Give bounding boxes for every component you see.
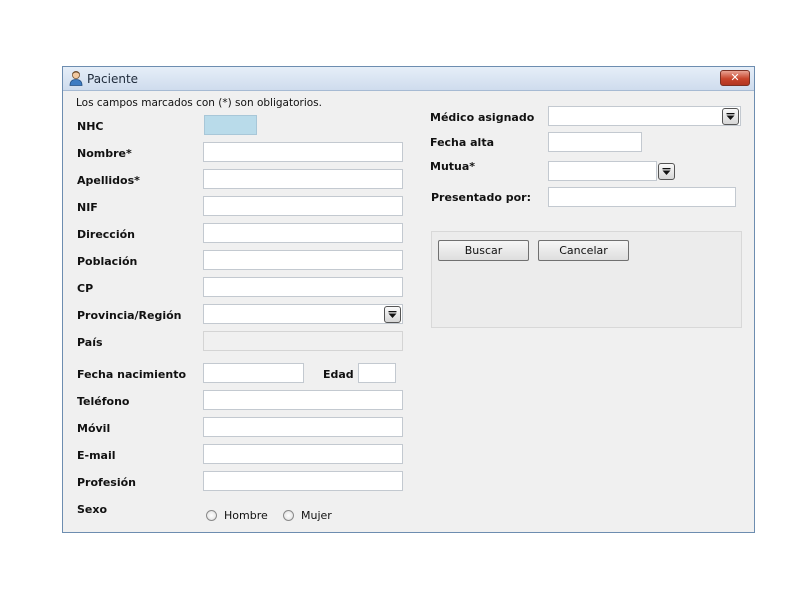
provincia-combobox[interactable] [203,304,403,324]
profesion-label: Profesión [77,476,136,489]
fecha-alta-field[interactable] [548,132,642,152]
sexo-hombre-label[interactable]: Hombre [224,509,268,522]
cp-label: CP [77,282,94,295]
presentado-por-field[interactable] [548,187,736,207]
required-fields-note: Los campos marcados con (*) son obligato… [76,97,322,109]
presentado-por-label: Presentado por: [431,191,531,204]
poblacion-label: Población [77,255,138,268]
direccion-field[interactable] [203,223,403,243]
pais-field[interactable] [203,331,403,351]
sexo-hombre-radio[interactable] [206,510,217,521]
nombre-field[interactable] [203,142,403,162]
apellidos-label: Apellidos* [77,174,140,187]
sexo-mujer-label[interactable]: Mujer [301,509,332,522]
sexo-label: Sexo [77,503,108,516]
medico-asignado-label: Médico asignado [430,111,535,124]
pais-label: País [77,336,103,349]
nif-label: NIF [77,201,98,214]
sexo-mujer-radio[interactable] [283,510,294,521]
title-bar[interactable]: Paciente ✕ [63,67,754,91]
cancelar-button[interactable]: Cancelar [538,240,629,261]
nhc-label: NHC [77,120,104,133]
buscar-button[interactable]: Buscar [438,240,529,261]
telefono-field[interactable] [203,390,403,410]
direccion-label: Dirección [77,228,135,241]
provincia-label: Provincia/Región [77,309,182,322]
poblacion-field[interactable] [203,250,403,270]
profesion-field[interactable] [203,471,403,491]
medico-asignado-combobox[interactable] [548,106,741,126]
chevron-down-icon [662,168,671,175]
telefono-label: Teléfono [77,395,130,408]
apellidos-field[interactable] [203,169,403,189]
close-button[interactable]: ✕ [720,70,750,86]
nif-field[interactable] [203,196,403,216]
email-field[interactable] [203,444,403,464]
cp-field[interactable] [203,277,403,297]
nombre-label: Nombre* [77,147,132,160]
paciente-window: Paciente ✕ Los campos marcados con (*) s… [62,66,755,533]
edad-field[interactable] [358,363,396,383]
medico-dropdown-button[interactable] [722,108,739,125]
edad-label: Edad [323,368,354,381]
fecha-nacimiento-field[interactable] [203,363,304,383]
movil-field[interactable] [203,417,403,437]
chevron-down-icon [726,113,735,120]
close-icon: ✕ [730,71,740,84]
search-panel: Buscar Cancelar [431,231,742,328]
chevron-down-icon [388,311,397,318]
movil-label: Móvil [77,422,111,435]
mutua-label: Mutua* [430,160,476,173]
nhc-field[interactable] [204,115,257,135]
fecha-nacimiento-label: Fecha nacimiento [77,368,187,381]
window-title: Paciente [87,72,139,86]
fecha-alta-label: Fecha alta [430,136,495,149]
mutua-dropdown-button[interactable] [658,163,675,180]
mutua-combobox[interactable] [548,161,657,181]
provincia-dropdown-button[interactable] [384,306,401,323]
email-label: E-mail [77,449,116,462]
patient-icon [69,71,83,86]
